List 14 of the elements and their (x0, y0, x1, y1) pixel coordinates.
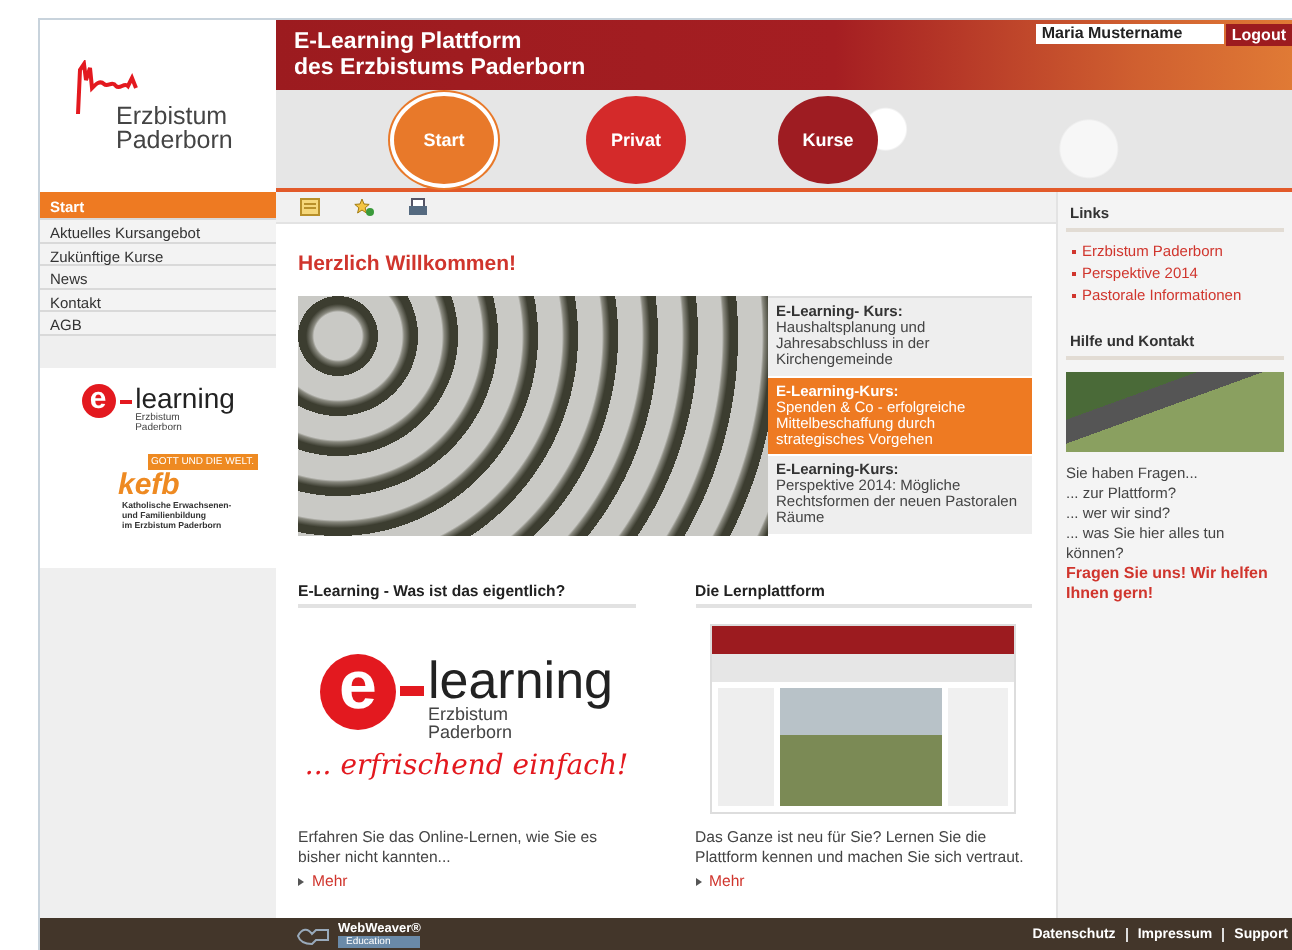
note-icon[interactable] (300, 198, 320, 216)
site-title: E-Learning Plattform des Erzbistums Paderborn (292, 28, 586, 83)
star-add-icon[interactable] (354, 198, 374, 216)
nav-circle-button[interactable]: Kurse (778, 95, 878, 183)
slogan: ... erfrischend einfach! (304, 750, 629, 782)
nav-circle-button[interactable]: Privat (586, 95, 686, 183)
help-call-to-action[interactable]: Fragen Sie uns! Wir helfen Ihnen gern! (1066, 564, 1284, 604)
welcome-heading: Herzlich Willkommen! (298, 252, 519, 276)
triangle-icon (695, 877, 701, 885)
diocese-logo: Erzbistum Paderborn (40, 20, 276, 192)
triangle-icon (298, 877, 304, 885)
print-icon[interactable] (408, 198, 428, 216)
user-name-field: Maria Mustername (1035, 24, 1224, 44)
logout-button[interactable]: Logout (1225, 24, 1292, 46)
